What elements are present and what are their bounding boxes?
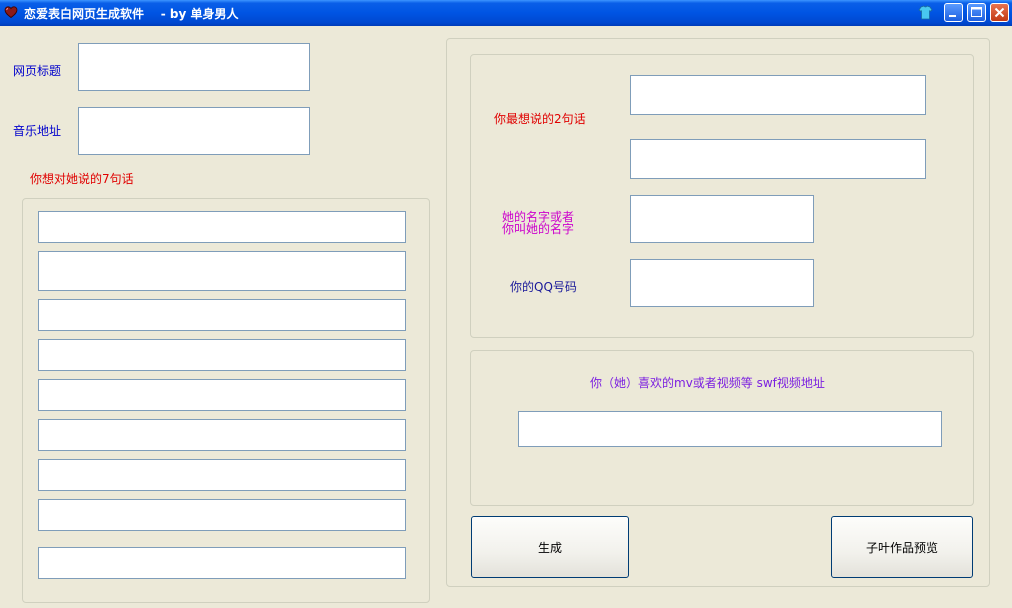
her-name-label-line2: 你叫她的名字 [502,222,575,236]
qq-input[interactable] [630,259,814,307]
sentence-input-8[interactable] [38,499,406,531]
shirt-icon [918,5,933,20]
sentence-input-6[interactable] [38,419,406,451]
video-url-input[interactable] [518,411,942,447]
music-url-input[interactable] [78,107,310,155]
minimize-icon [949,15,956,17]
sentence-input-4[interactable] [38,339,406,371]
sentence-input-7[interactable] [38,459,406,491]
sentence-input-1[interactable] [38,211,406,243]
sentence-input-2[interactable] [38,251,406,291]
page-title-label: 网页标题 [13,64,62,78]
two-sentences-input-2[interactable] [630,139,926,179]
skin-button[interactable] [916,3,935,22]
title-bar[interactable]: 恋爱表白网页生成软件 - by 单身男人 [0,0,1012,26]
sentence-input-5[interactable] [38,379,406,411]
maximize-button[interactable] [967,3,986,22]
minimize-button[interactable] [944,3,963,22]
two-sentences-label: 你最想说的2句话 [494,112,586,126]
sentence-input-9[interactable] [38,547,406,579]
sentence-input-3[interactable] [38,299,406,331]
preview-button[interactable]: 子叶作品预览 [831,516,973,578]
generate-button[interactable]: 生成 [471,516,629,578]
maximize-icon [971,7,982,17]
close-button[interactable] [990,3,1009,22]
two-sentences-input-1[interactable] [630,75,926,115]
seven-sentences-label: 你想对她说的7句话 [30,172,134,186]
window-title: 恋爱表白网页生成软件 - by 单身男人 [24,7,239,21]
video-url-label: 你（她）喜欢的mv或者视频等 swf视频地址 [590,376,825,390]
qq-label: 你的QQ号码 [510,280,577,294]
close-icon [994,7,1005,18]
music-url-label: 音乐地址 [13,124,62,138]
app-window: 恋爱表白网页生成软件 - by 单身男人 网页标题 音乐地址 你想对她说的7句话… [0,0,1012,608]
heart-icon [4,6,18,19]
her-name-input[interactable] [630,195,814,243]
page-title-input[interactable] [78,43,310,91]
